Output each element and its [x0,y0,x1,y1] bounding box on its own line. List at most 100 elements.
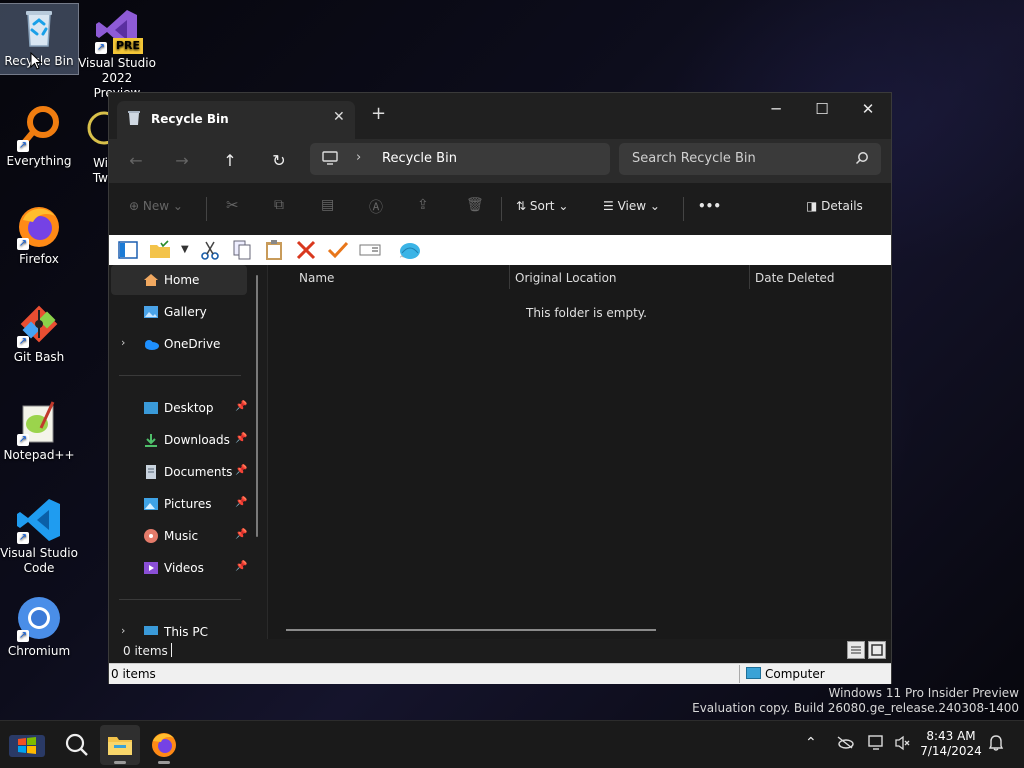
column-divider[interactable] [749,265,750,289]
search-button[interactable] [56,725,96,765]
shortcut-arrow-icon: ↗ [95,42,107,54]
chevron-right-icon[interactable]: › [121,624,125,637]
sidebar-item-documents[interactable]: Documents 📌 [111,457,247,487]
shortcut-arrow-icon: ↗ [17,336,29,348]
forward-arrow-icon[interactable]: → [169,149,195,173]
sidebar-item-desktop[interactable]: Desktop 📌 [111,393,247,423]
folder-check-icon[interactable] [149,239,171,261]
sidebar-item-onedrive[interactable]: › OneDrive [111,329,247,359]
minimize-button[interactable]: ─ [753,97,799,121]
paste-icon[interactable]: ▤ [321,197,334,213]
app-icon [72,106,108,154]
sidebar-item-label: Videos [164,561,204,575]
breadcrumb-location[interactable]: Recycle Bin [382,151,457,166]
sidebar-scrollbar[interactable] [256,275,258,537]
network-icon[interactable] [868,735,886,755]
desktop-icon-partial[interactable]: Wi Tw [72,106,108,186]
pin-icon[interactable]: 📌 [235,561,247,572]
delete-x-icon[interactable] [295,239,317,261]
view-button[interactable]: ☰ View ⌄ [603,199,660,213]
title-bar[interactable]: Recycle Bin ✕ + ─ ☐ ✕ [109,93,891,139]
column-divider[interactable] [509,265,510,289]
copy-icon[interactable] [231,239,253,261]
pin-icon[interactable]: 📌 [235,529,247,540]
back-arrow-icon[interactable]: ← [123,149,149,173]
close-tab-icon[interactable]: ✕ [333,109,345,125]
address-bar[interactable]: › Recycle Bin [310,143,610,175]
sidebar-item-videos[interactable]: Videos 📌 [111,553,247,583]
desktop-icon-notepadpp[interactable]: ↗ Notepad++ [0,398,78,463]
horizontal-scrollbar[interactable] [286,629,656,631]
desktop-icon-firefox[interactable]: ↗ Firefox [0,202,78,267]
show-hidden-icons-chevron-icon[interactable]: ⌃ [805,735,817,751]
column-header-name[interactable]: Name [299,271,334,285]
sidebar-item-label: This PC [164,625,208,639]
breadcrumb-chevron-icon[interactable]: › [356,150,361,165]
chevron-right-icon[interactable]: › [121,336,125,349]
chromium-icon: ↗ [15,594,63,642]
taskbar-firefox[interactable] [144,725,184,765]
navigation-pane-icon[interactable] [117,239,139,261]
taskbar-file-explorer[interactable] [100,725,140,765]
search-input[interactable]: Search Recycle Bin [632,151,756,166]
desktop-icon-vscode[interactable]: ↗ Visual Studio Code [0,496,78,576]
sidebar-item-music[interactable]: Music 📌 [111,521,247,551]
sidebar-item-pictures[interactable]: Pictures 📌 [111,489,247,519]
classic-toolbar: ▼ [109,235,891,265]
rename-field-icon[interactable] [359,239,381,261]
pin-icon[interactable]: 📌 [235,465,247,476]
clock-date: 7/14/2024 [920,744,982,758]
details-pane-icon: ◨ [806,199,818,213]
refresh-icon[interactable]: ↻ [266,149,292,173]
new-button[interactable]: ⊕ New ⌄ [129,199,183,213]
clipboard-icon[interactable] [263,239,285,261]
volume-muted-icon[interactable] [894,735,912,755]
delete-icon[interactable]: 🗑 [466,197,484,213]
copy-icon[interactable]: ⧉ [274,197,284,213]
close-window-button[interactable]: ✕ [845,97,891,121]
checkmark-icon[interactable] [327,239,349,261]
more-options-button[interactable]: ••• [698,199,721,213]
pin-icon[interactable]: 📌 [235,433,247,444]
sidebar-item-this-pc[interactable]: › This PC [111,617,247,639]
details-view-icon[interactable] [847,641,865,659]
status-divider [171,643,172,657]
desktop-icon-label: Visual Studio [78,56,156,70]
sidebar-item-label: Music [164,529,199,543]
notification-bell-icon[interactable] [988,734,1004,756]
desktop-icon-git-bash[interactable]: ↗ Git Bash [0,300,78,365]
cut-icon[interactable]: ✂ [226,196,239,214]
navigation-bar: ← → ↑ ↻ › Recycle Bin Search Recycle Bin [109,139,891,183]
sidebar-item-gallery[interactable]: Gallery [111,297,247,327]
search-icon[interactable] [855,151,869,168]
share-icon[interactable]: ⇪ [417,197,429,213]
column-header-original-location[interactable]: Original Location [515,271,617,285]
scissors-icon[interactable] [199,239,221,261]
onedrive-offline-icon[interactable] [836,735,854,753]
new-tab-icon[interactable]: + [371,103,386,124]
desktop-icon-everything[interactable]: ↗ Everything [0,104,78,169]
maximize-button[interactable]: ☐ [799,97,845,121]
start-button[interactable] [6,725,48,765]
large-icons-view-icon[interactable] [868,641,886,659]
sort-button[interactable]: ⇅ Sort ⌄ [516,199,568,213]
desktop-icon-chromium[interactable]: ↗ Chromium [0,594,78,659]
details-button[interactable]: ◨ Details [806,199,863,213]
command-bar: ⊕ New ⌄ ✂ ⧉ ▤ Ⓐ ⇪ 🗑 ⇅ Sort ⌄ ☰ View ⌄ ••… [109,183,891,235]
item-count: 0 items [123,644,168,658]
sidebar-item-downloads[interactable]: Downloads 📌 [111,425,247,455]
new-label: New [142,199,170,213]
up-arrow-icon[interactable]: ↑ [217,149,243,173]
pin-icon[interactable]: 📌 [235,497,247,508]
taskbar-clock[interactable]: 8:43 AM 7/14/2024 [916,729,986,759]
desktop-icon-visual-studio-2022-preview[interactable]: PRE ↗ Visual Studio 2022 Preview [78,6,156,101]
divider [501,197,502,221]
column-header-date-deleted[interactable]: Date Deleted [755,271,835,285]
tab-recycle-bin[interactable]: Recycle Bin ✕ [117,101,355,139]
search-box[interactable]: Search Recycle Bin [619,143,881,175]
chevron-down-icon[interactable]: ▼ [181,239,193,261]
rename-icon[interactable]: Ⓐ [369,197,383,217]
sidebar-item-home[interactable]: Home [111,265,247,295]
pin-icon[interactable]: 📌 [235,401,247,412]
shortcut-arrow-icon: ↗ [17,238,29,250]
